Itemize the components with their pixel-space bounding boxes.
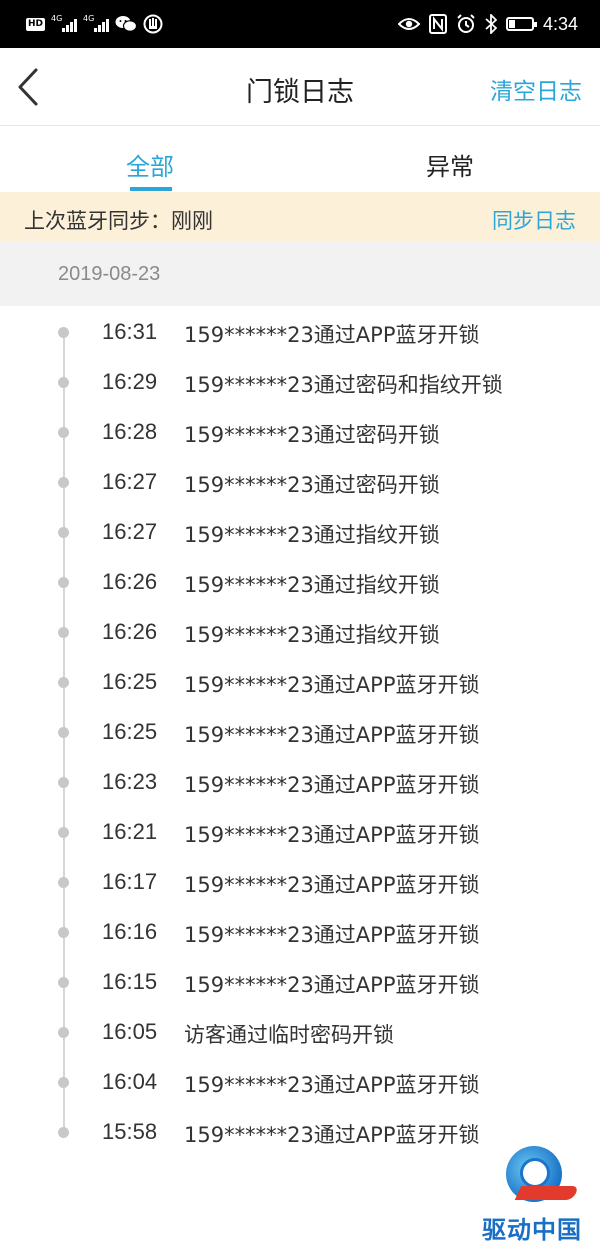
- timeline-dot-icon: [58, 477, 69, 488]
- log-description: 159******23通过APP蓝牙开锁: [184, 923, 480, 947]
- log-description: 159******23通过APP蓝牙开锁: [184, 973, 480, 997]
- log-time: 16:26: [102, 569, 158, 594]
- sync-bar: 上次蓝牙同步：刚刚 同步日志: [0, 192, 600, 242]
- status-time: 4:34: [542, 13, 578, 34]
- bluetooth-icon: [485, 14, 497, 34]
- clear-log-button[interactable]: 清空日志: [490, 72, 582, 106]
- battery-icon: [505, 17, 537, 31]
- timeline-dot-icon: [58, 327, 69, 338]
- log-description: 159******23通过指纹开锁: [184, 523, 440, 547]
- date-label: 2019-08-23: [58, 263, 161, 285]
- log-time: 16:26: [102, 619, 158, 644]
- tab-all[interactable]: 全部: [0, 147, 300, 182]
- timeline-dot-icon: [58, 1127, 69, 1138]
- log-entry: 16:27 159******23通过指纹开锁: [0, 506, 600, 556]
- log-time: 15:58: [102, 1119, 158, 1144]
- log-description: 159******23通过APP蓝牙开锁: [184, 323, 480, 347]
- log-entry: 16:26 159******23通过指纹开锁: [0, 606, 600, 656]
- status-right: 4:34: [397, 10, 578, 38]
- log-description: 159******23通过密码开锁: [184, 423, 440, 447]
- watermark-text: 驱动中国: [482, 1216, 582, 1244]
- log-time: 16:21: [102, 819, 158, 844]
- eye-icon: [397, 18, 420, 30]
- log-entry: 16:15 159******23通过APP蓝牙开锁: [0, 956, 600, 1006]
- timeline-dot-icon: [58, 1077, 69, 1088]
- timeline-dot-icon: [58, 627, 69, 638]
- log-entry: 16:31 159******23通过APP蓝牙开锁: [0, 306, 600, 356]
- watermark-logo: 驱动中国: [468, 1146, 596, 1244]
- log-description: 访客通过临时密码开锁: [184, 1023, 394, 1047]
- log-time: 16:04: [102, 1069, 158, 1094]
- log-time: 16:31: [102, 319, 158, 344]
- log-time: 16:16: [102, 919, 158, 944]
- log-time: 16:05: [102, 1019, 158, 1044]
- timeline-dot-icon: [58, 777, 69, 788]
- log-entry: 16:27 159******23通过密码开锁: [0, 456, 600, 506]
- nfc-icon: [428, 14, 447, 34]
- log-entry: 16:05 访客通过临时密码开锁: [0, 1006, 600, 1056]
- status-left: HD 4G 4G: [26, 12, 163, 36]
- log-time: 16:27: [102, 469, 158, 494]
- log-entry: 16:25 159******23通过APP蓝牙开锁: [0, 656, 600, 706]
- timeline-dot-icon: [58, 877, 69, 888]
- tab-bar: 全部 异常: [0, 127, 600, 192]
- timeline-dot-icon: [58, 377, 69, 388]
- timeline-dot-icon: [58, 927, 69, 938]
- timeline-dot-icon: [58, 727, 69, 738]
- log-time: 16:28: [102, 419, 158, 444]
- timeline-dot-icon: [58, 1027, 69, 1038]
- log-entry: 16:25 159******23通过APP蓝牙开锁: [0, 706, 600, 756]
- signal-icon: 4G: [51, 14, 78, 32]
- alarm-icon: [457, 14, 475, 33]
- log-entry: 16:04 159******23通过APP蓝牙开锁: [0, 1056, 600, 1106]
- timeline-dot-icon: [58, 827, 69, 838]
- log-description: 159******23通过密码开锁: [184, 473, 440, 497]
- log-entry: 16:21 159******23通过APP蓝牙开锁: [0, 806, 600, 856]
- log-entry: 16:28 159******23通过密码开锁: [0, 406, 600, 456]
- wechat-icon: [115, 16, 138, 32]
- app-header: 门锁日志 清空日志: [0, 48, 600, 126]
- tab-abnormal[interactable]: 异常: [300, 147, 600, 182]
- shield-icon: [143, 14, 163, 34]
- log-description: 159******23通过APP蓝牙开锁: [184, 673, 480, 697]
- log-description: 159******23通过APP蓝牙开锁: [184, 823, 480, 847]
- log-description: 159******23通过APP蓝牙开锁: [184, 773, 480, 797]
- log-description: 159******23通过APP蓝牙开锁: [184, 873, 480, 897]
- timeline-dot-icon: [58, 527, 69, 538]
- log-entry: 16:17 159******23通过APP蓝牙开锁: [0, 856, 600, 906]
- log-entry: 16:29 159******23通过密码和指纹开锁: [0, 356, 600, 406]
- log-time: 16:17: [102, 869, 158, 894]
- date-header: 2019-08-23: [0, 242, 600, 306]
- timeline-dot-icon: [58, 677, 69, 688]
- status-bar: HD 4G 4G 4:34: [0, 0, 600, 48]
- log-time: 16:23: [102, 769, 158, 794]
- tab-indicator: [130, 187, 172, 191]
- log-entry: 16:26 159******23通过指纹开锁: [0, 556, 600, 606]
- log-entry: 16:23 159******23通过APP蓝牙开锁: [0, 756, 600, 806]
- sync-log-button[interactable]: 同步日志: [492, 205, 576, 235]
- log-description: 159******23通过APP蓝牙开锁: [184, 723, 480, 747]
- hd-badge-icon: HD: [26, 17, 46, 31]
- log-timeline: 16:31 159******23通过APP蓝牙开锁 16:29 159******2…: [0, 306, 600, 1166]
- log-time: 16:15: [102, 969, 158, 994]
- log-description: 159******23通过APP蓝牙开锁: [184, 1123, 480, 1147]
- log-description: 159******23通过APP蓝牙开锁: [184, 1073, 480, 1097]
- logo-swoosh-icon: [514, 1186, 580, 1200]
- log-time: 16:29: [102, 369, 158, 394]
- log-time: 16:25: [102, 669, 158, 694]
- log-time: 16:27: [102, 519, 158, 544]
- sync-status-label: 上次蓝牙同步：刚刚: [24, 209, 213, 233]
- log-entry: 16:16 159******23通过APP蓝牙开锁: [0, 906, 600, 956]
- signal-icon-2: 4G: [83, 14, 110, 32]
- timeline-dot-icon: [58, 427, 69, 438]
- log-description: 159******23通过密码和指纹开锁: [184, 373, 503, 397]
- log-time: 16:25: [102, 719, 158, 744]
- timeline-dot-icon: [58, 977, 69, 988]
- log-description: 159******23通过指纹开锁: [184, 623, 440, 647]
- log-description: 159******23通过指纹开锁: [184, 573, 440, 597]
- timeline-dot-icon: [58, 577, 69, 588]
